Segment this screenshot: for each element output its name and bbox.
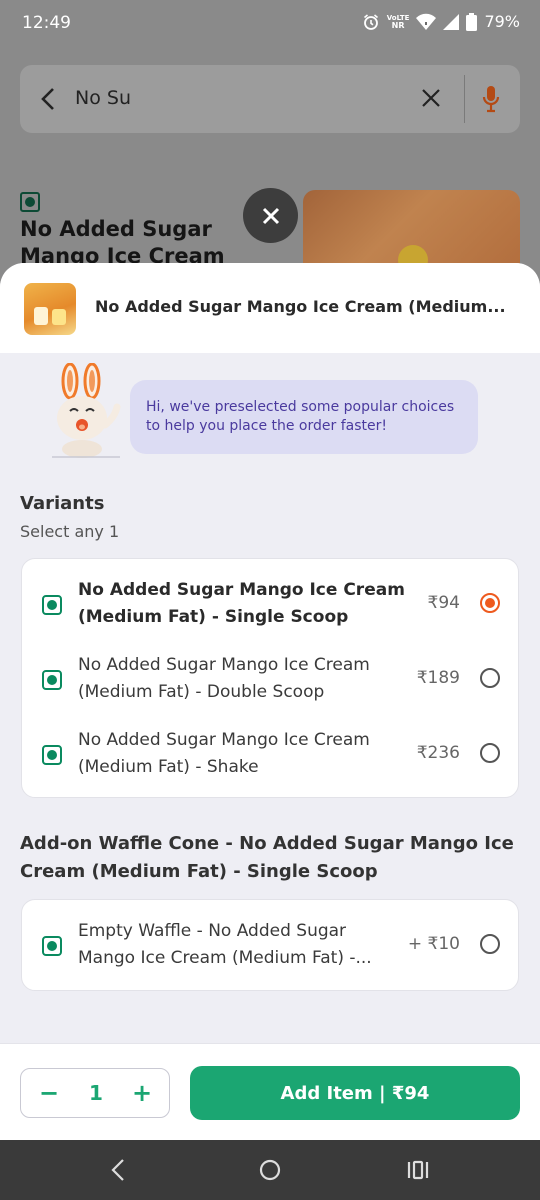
variant-option-name: No Added Sugar Mango Ice Cream (Medium F… — [78, 730, 370, 777]
variant-option-price: ₹236 — [416, 743, 460, 763]
search-bar[interactable]: No Su — [20, 65, 520, 133]
variant-option-name: No Added Sugar Mango Ice Cream (Medium F… — [78, 655, 370, 702]
veg-indicator-icon — [42, 595, 62, 615]
variants-card: No Added Sugar Mango Ice Cream (Medium F… — [21, 558, 519, 798]
radio-button[interactable] — [480, 934, 500, 954]
wifi-icon — [416, 13, 437, 30]
radio-button[interactable] — [480, 668, 500, 688]
radio-button-selected[interactable] — [480, 593, 500, 613]
search-input[interactable]: No Su — [75, 87, 131, 109]
variant-option[interactable]: No Added Sugar Mango Ice Cream (Medium F… — [22, 634, 520, 706]
increment-button[interactable]: + — [131, 1079, 153, 1107]
variant-option-name: No Added Sugar Mango Ice Cream (Medium F… — [78, 580, 405, 627]
addon-option[interactable]: Empty Waffle - No Added Sugar Mango Ice … — [22, 900, 520, 972]
addon-title: Add-on Waffle Cone - No Added Sugar Mang… — [20, 833, 514, 882]
sheet-footer: − 1 + Add Item | ₹94 — [0, 1043, 540, 1140]
background-screen: 12:49 VoLTE NR 79% No Su No Added Sugar M… — [0, 0, 540, 300]
veg-indicator-icon — [42, 670, 62, 690]
sheet-header: No Added Sugar Mango Ice Cream (Medium..… — [0, 263, 540, 353]
addon-card: Empty Waffle - No Added Sugar Mango Ice … — [21, 899, 519, 991]
radio-button[interactable] — [480, 743, 500, 763]
status-bar: 12:49 VoLTE NR 79% — [0, 0, 540, 48]
item-thumbnail — [24, 283, 76, 335]
sheet-title: No Added Sugar Mango Ice Cream (Medium..… — [95, 297, 506, 316]
signal-icon — [443, 13, 460, 30]
veg-indicator-icon — [42, 936, 62, 956]
addon-option-name: Empty Waffle - No Added Sugar Mango Ice … — [78, 921, 372, 968]
addon-option-price: + ₹10 — [407, 934, 460, 954]
customization-sheet: No Added Sugar Mango Ice Cream (Medium..… — [0, 263, 540, 1140]
decrement-button[interactable]: − — [38, 1079, 60, 1107]
preselect-message-bubble: Hi, we've preselected some popular choic… — [130, 380, 478, 454]
mic-icon[interactable] — [482, 85, 500, 113]
add-item-button[interactable]: Add Item | ₹94 — [190, 1066, 520, 1120]
quantity-stepper: − 1 + — [20, 1068, 170, 1118]
alarm-icon — [363, 13, 378, 30]
close-button[interactable] — [243, 188, 298, 243]
variants-subtitle: Select any 1 — [20, 522, 120, 541]
nav-recents-icon[interactable] — [406, 1160, 430, 1180]
status-icons: VoLTE NR 79% — [362, 12, 520, 31]
status-time: 12:49 — [22, 13, 71, 33]
nav-back-icon[interactable] — [110, 1158, 126, 1182]
quantity-value: 1 — [89, 1081, 103, 1105]
variant-option-price: ₹94 — [427, 593, 460, 613]
system-nav-bar — [0, 1140, 540, 1200]
battery-icon — [466, 12, 478, 31]
variant-option[interactable]: No Added Sugar Mango Ice Cream (Medium F… — [22, 709, 520, 781]
network-type-label: VoLTE NR — [386, 13, 410, 30]
battery-percent: 79% — [484, 12, 520, 31]
clear-icon[interactable] — [420, 87, 442, 109]
nav-home-icon[interactable] — [259, 1159, 281, 1181]
bunny-mascot-icon — [52, 363, 121, 458]
variant-option-price: ₹189 — [416, 668, 460, 688]
variants-title: Variants — [20, 493, 105, 514]
veg-indicator-icon — [20, 192, 40, 212]
search-divider — [464, 75, 465, 123]
veg-indicator-icon — [42, 745, 62, 765]
back-arrow-icon[interactable] — [40, 87, 56, 111]
close-icon — [262, 207, 279, 224]
variant-option[interactable]: No Added Sugar Mango Ice Cream (Medium F… — [22, 559, 520, 631]
